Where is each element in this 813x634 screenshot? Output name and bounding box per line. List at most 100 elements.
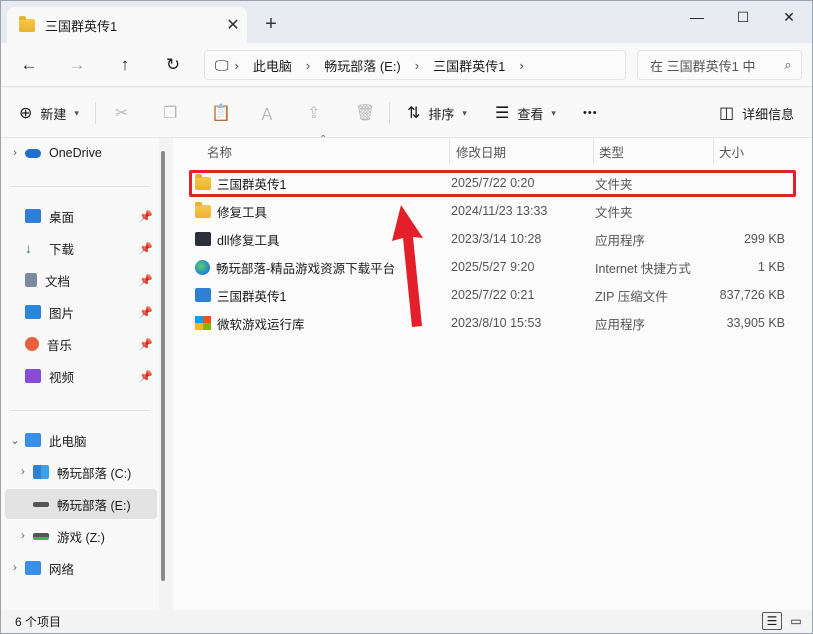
music-icon [25,337,39,351]
maximize-button[interactable]: ☐ [720,1,766,33]
breadcrumb-this-pc[interactable]: 此电脑 [253,56,292,75]
tab-close-icon[interactable]: ✕ [219,15,247,35]
sidebar-item-label: 下载 [49,242,75,257]
search-icon[interactable]: ⌕ [775,57,801,73]
sidebar-item-label: 图片 [49,306,75,321]
sort-icon: ⇅ [407,105,421,122]
chevron-right-icon[interactable]: › [13,530,33,542]
sidebar-item-music[interactable]: 音乐 📌 [5,329,157,359]
view-button[interactable]: ☰ 查看 ▾ [495,101,556,125]
rename-button[interactable]: Ａ [259,101,283,125]
details-label: 详细信息 [742,106,795,122]
minimize-button[interactable]: — [674,1,720,33]
pin-icon[interactable]: 📌 [139,242,153,255]
drive-icon [33,501,49,507]
sidebar-scrollbar[interactable] [161,151,165,581]
sidebar-item-network[interactable]: › 网络 [5,553,157,583]
pin-icon[interactable]: 📌 [139,210,153,223]
chevron-down-icon: ▾ [74,107,79,118]
share-icon: ⇪ [307,105,321,122]
sidebar-item-label: 网络 [49,562,75,577]
title-bar: 三国群英传1 ✕ + — ☐ ✕ [1,1,812,43]
folder-icon [19,15,35,32]
command-bar: ⊕ 新建 ▾ ✂ ❐ 📋 Ａ ⇪ 🗑 ⇅ 排序 ▾ ☰ 查看 ▾ ••• ◫ 详… [1,88,812,138]
details-pane-button[interactable]: ◫ 详细信息 [719,101,794,125]
sidebar-item-drive-c[interactable]: › 畅玩部落 (C:) [5,457,157,487]
address-row: ← → ↑ ↻ 🖵 › 此电脑 › 畅玩部落 (E:) › 三国群英传1 › 在… [1,43,812,87]
file-list: ⌃ 名称 修改日期 类型 大小 三国群英传1 2025/7/22 0:20 文件… [173,134,812,610]
scissors-icon: ✂ [115,105,129,122]
breadcrumb-drive-e[interactable]: 畅玩部落 (E:) [324,56,401,75]
tiles-view-icon[interactable]: ▭ [786,612,806,630]
computer-icon [25,433,41,447]
sidebar-item-label: OneDrive [49,146,102,160]
video-icon [25,369,41,383]
new-tab-button[interactable]: + [259,13,283,36]
chevron-right-icon[interactable]: › [5,147,25,159]
chevron-right-icon[interactable]: › [13,466,33,478]
sidebar-item-downloads[interactable]: ↓ 下载 📌 [5,233,157,263]
new-button[interactable]: ⊕ 新建 ▾ [19,101,79,125]
pin-icon[interactable]: 📌 [139,306,153,319]
sidebar-item-documents[interactable]: 文档 📌 [5,265,157,295]
paste-button[interactable]: 📋 [211,101,239,125]
cut-button[interactable]: ✂ [115,101,136,125]
more-icon: ••• [583,107,598,119]
chevron-right-icon: › [234,57,239,73]
sidebar-item-label: 文档 [45,274,71,289]
sidebar-item-label: 音乐 [47,338,73,353]
sidebar-item-videos[interactable]: 视频 📌 [5,361,157,391]
sidebar-item-drive-z[interactable]: › 游戏 (Z:) [5,521,157,551]
sidebar-item-pictures[interactable]: 图片 📌 [5,297,157,327]
new-label: 新建 [40,106,67,122]
chevron-right-icon[interactable]: › [5,562,25,574]
details-pane-icon: ◫ [719,105,735,122]
status-bar: 6 个项目 ☰ ▭ [1,610,812,633]
paste-icon: 📋 [211,105,231,122]
document-icon [25,273,37,287]
delete-button[interactable]: 🗑 [355,101,383,125]
sidebar-item-label: 畅玩部落 (E:) [57,498,131,513]
view-label: 查看 [517,106,544,122]
pin-icon[interactable]: 📌 [139,338,153,351]
network-icon [25,561,41,575]
sidebar-item-drive-e[interactable]: 畅玩部落 (E:) [5,489,157,519]
view-list-icon: ☰ [495,105,510,122]
details-view-icon[interactable]: ☰ [762,612,782,630]
sidebar-item-onedrive[interactable]: › OneDrive [5,138,157,168]
copy-icon: ❐ [163,105,178,122]
pin-icon[interactable]: 📌 [139,370,153,383]
address-bar[interactable]: 🖵 › 此电脑 › 畅玩部落 (E:) › 三国群英传1 › [204,50,626,80]
pin-icon[interactable]: 📌 [139,274,153,287]
windows-drive-icon [33,465,49,479]
drive-icon [33,532,49,540]
desktop-icon [25,209,41,223]
sort-label: 排序 [428,106,455,122]
share-button[interactable]: ⇪ [307,101,328,125]
chevron-right-icon[interactable]: › [519,58,523,73]
forward-arrow-icon[interactable]: → [63,51,91,79]
copy-button[interactable]: ❐ [163,101,185,125]
back-arrow-icon[interactable]: ← [15,51,43,79]
item-count: 6 个项目 [15,615,62,629]
trash-icon: 🗑 [355,105,376,122]
more-options-button[interactable]: ••• [583,101,598,125]
sort-button[interactable]: ⇅ 排序 ▾ [407,101,467,125]
sidebar-item-this-pc[interactable]: ⌄ 此电脑 [5,425,157,455]
refresh-icon[interactable]: ↻ [159,51,187,79]
sidebar-item-desktop[interactable]: 桌面 📌 [5,201,157,231]
pictures-icon [25,305,41,319]
download-icon: ↓ [25,240,32,256]
search-input[interactable]: 在 三国群英传1 中 ⌕ [637,50,802,80]
navigation-pane: › OneDrive 桌面 📌 ↓ 下载 📌 文档 📌 图片 📌 音乐 📌 视频… [1,138,159,610]
breadcrumb-folder[interactable]: 三国群英传1 [433,56,505,75]
close-button[interactable]: ✕ [766,1,812,33]
chevron-down-icon[interactable]: ⌄ [5,434,25,447]
up-arrow-icon[interactable]: ↑ [111,51,139,79]
chevron-down-icon: ▾ [551,107,556,118]
tab-current[interactable]: 三国群英传1 ✕ [7,7,247,43]
plus-circle-icon: ⊕ [19,105,33,122]
search-placeholder: 在 三国群英传1 中 [650,58,756,74]
sidebar-item-label: 畅玩部落 (C:) [57,466,132,481]
sidebar-item-label: 此电脑 [49,434,87,449]
